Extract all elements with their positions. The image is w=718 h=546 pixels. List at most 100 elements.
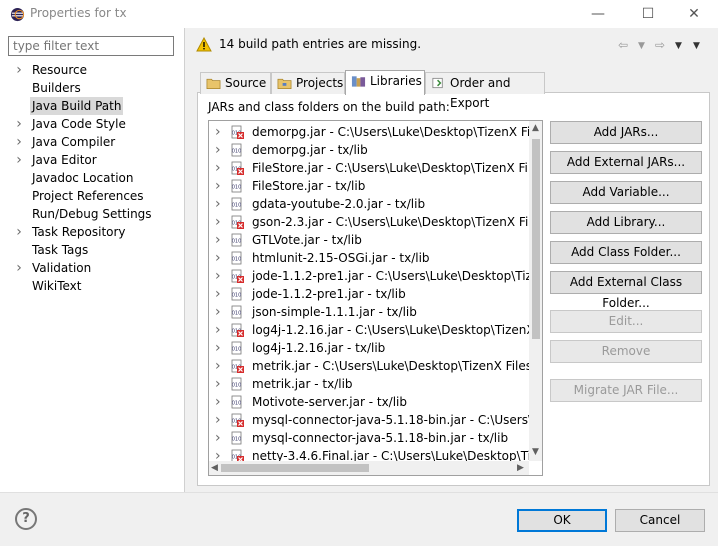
sidebar-item-project-references[interactable]: Project References xyxy=(0,187,184,205)
sidebar-item-run-debug-settings[interactable]: Run/Debug Settings xyxy=(0,205,184,223)
forward-arrow-icon[interactable]: ⇨ xyxy=(655,38,665,52)
sidebar-item-java-editor[interactable]: › Java Editor xyxy=(0,151,184,169)
scroll-up-icon[interactable]: ▲ xyxy=(532,123,539,133)
vertical-scroll-thumb[interactable] xyxy=(532,139,540,339)
library-row[interactable]: › 010 GTLVote.jar - tx/lib xyxy=(209,231,529,249)
library-row[interactable]: › 010 mysql-connector-java-5.1.18-bin.jar … xyxy=(209,429,529,447)
add-external-class-folder-button[interactable]: Add External Class Folder... xyxy=(550,271,702,310)
vertical-scrollbar[interactable]: ▲ ▼ xyxy=(529,121,542,461)
warning-icon xyxy=(196,37,212,52)
expand-arrow-icon[interactable]: › xyxy=(215,213,221,231)
library-row[interactable]: › 010 jode-1.1.2-pre1.jar - tx/lib xyxy=(209,285,529,303)
expand-arrow-icon[interactable]: › xyxy=(215,429,221,447)
tab-libraries[interactable]: Libraries xyxy=(345,70,425,95)
expand-arrow-icon[interactable]: › xyxy=(215,123,221,141)
forward-dropdown-icon[interactable]: ▼ xyxy=(675,41,682,51)
scroll-left-icon[interactable]: ◀ xyxy=(211,463,218,473)
expand-arrow-icon[interactable]: › xyxy=(215,141,221,159)
library-row[interactable]: › 010 Motivote-server.jar - tx/lib xyxy=(209,393,529,411)
expand-arrow-icon[interactable]: › xyxy=(215,321,221,339)
library-row[interactable]: › 010 json-simple-1.1.1.jar - tx/lib xyxy=(209,303,529,321)
library-row[interactable]: › 010 metrik.jar - tx/lib xyxy=(209,375,529,393)
library-row[interactable]: › 010 mysql-connector-java-5.1.18-bin.jar … xyxy=(209,411,529,429)
filter-input[interactable] xyxy=(8,36,174,56)
library-row[interactable]: › 010 demorpg.jar - tx/lib xyxy=(209,141,529,159)
expand-arrow-icon[interactable]: › xyxy=(215,393,221,411)
libraries-list[interactable]: › 010 demorpg.jar - C:\Users\Luke\Desktop\… xyxy=(208,120,543,476)
svg-text:010: 010 xyxy=(232,401,242,407)
back-arrow-icon[interactable]: ⇦ xyxy=(618,38,628,52)
expand-arrow-icon[interactable]: › xyxy=(215,339,221,357)
expand-arrow-icon[interactable]: › xyxy=(215,159,221,177)
sidebar-item-wikitext[interactable]: WikiText xyxy=(0,277,184,295)
expand-arrow-icon[interactable]: › xyxy=(215,249,221,267)
view-menu-icon[interactable]: ▼ xyxy=(693,41,700,51)
sidebar-item-java-code-style[interactable]: › Java Code Style xyxy=(0,115,184,133)
expand-arrow-icon[interactable]: › xyxy=(215,195,221,213)
expand-arrow-icon[interactable]: › xyxy=(215,285,221,303)
migrate-jar-button[interactable]: Migrate JAR File... xyxy=(550,379,702,402)
library-row[interactable]: › 010 gdata-youtube-2.0.jar - tx/lib xyxy=(209,195,529,213)
expand-arrow-icon[interactable]: › xyxy=(14,259,24,277)
expand-arrow-icon[interactable]: › xyxy=(215,231,221,249)
expand-arrow-icon[interactable]: › xyxy=(215,177,221,195)
tab-source[interactable]: Source xyxy=(200,72,271,94)
title-bar: Properties for tx — ☐ ✕ xyxy=(0,0,718,28)
library-row[interactable]: › 010 htmlunit-2.15-OSGi.jar - tx/lib xyxy=(209,249,529,267)
svg-text:010: 010 xyxy=(232,185,242,191)
scroll-right-icon[interactable]: ▶ xyxy=(517,463,524,473)
library-row[interactable]: › 010 jode-1.1.2-pre1.jar - C:\Users\Luke\… xyxy=(209,267,529,285)
jar-icon: 010 xyxy=(231,305,242,319)
expand-arrow-icon[interactable]: › xyxy=(215,357,221,375)
svg-text:010: 010 xyxy=(232,437,242,443)
add-library-button[interactable]: Add Library... xyxy=(550,211,702,234)
add-class-folder-button[interactable]: Add Class Folder... xyxy=(550,241,702,264)
expand-arrow-icon[interactable]: › xyxy=(215,303,221,321)
add-variable-button[interactable]: Add Variable... xyxy=(550,181,702,204)
cancel-button[interactable]: Cancel xyxy=(615,509,705,532)
sidebar-item-task-tags[interactable]: Task Tags xyxy=(0,241,184,259)
library-entry-text: Motivote-server.jar - tx/lib xyxy=(252,395,408,409)
close-icon[interactable]: ✕ xyxy=(684,5,704,23)
library-row[interactable]: › 010 log4j-1.2.16.jar - C:\Users\Luke\Des… xyxy=(209,321,529,339)
add-jars-button[interactable]: Add JARs... xyxy=(550,121,702,144)
sidebar-item-java-build-path[interactable]: Java Build Path xyxy=(0,97,184,115)
sidebar-item-validation[interactable]: › Validation xyxy=(0,259,184,277)
library-row[interactable]: › 010 metrik.jar - C:\Users\Luke\Desktop\T… xyxy=(209,357,529,375)
expand-arrow-icon[interactable]: › xyxy=(14,133,24,151)
minimize-icon[interactable]: — xyxy=(588,5,608,23)
ok-button[interactable]: OK xyxy=(517,509,607,532)
sidebar-item-builders[interactable]: Builders xyxy=(0,79,184,97)
back-dropdown-icon[interactable]: ▼ xyxy=(638,41,645,51)
add-external-jars-button[interactable]: Add External JARs... xyxy=(550,151,702,174)
library-row[interactable]: › 010 FileStore.jar - C:\Users\Luke\Deskto… xyxy=(209,159,529,177)
expand-arrow-icon[interactable]: › xyxy=(215,267,221,285)
horizontal-scrollbar[interactable]: ◀ ▶ xyxy=(209,461,529,475)
maximize-icon[interactable]: ☐ xyxy=(638,5,658,23)
window-title: Properties for tx xyxy=(30,6,127,20)
sidebar-item-label: Validation xyxy=(32,261,92,275)
jar-icon: 010 xyxy=(231,197,242,211)
sidebar-item-javadoc-location[interactable]: Javadoc Location xyxy=(0,169,184,187)
sidebar-item-resource[interactable]: › Resource xyxy=(0,61,184,79)
expand-arrow-icon[interactable]: › xyxy=(14,223,24,241)
help-icon[interactable]: ? xyxy=(15,508,37,530)
library-row[interactable]: › 010 gson-2.3.jar - C:\Users\Luke\Desktop… xyxy=(209,213,529,231)
expand-arrow-icon[interactable]: › xyxy=(215,375,221,393)
horizontal-scroll-thumb[interactable] xyxy=(221,464,369,472)
expand-arrow-icon[interactable]: › xyxy=(14,115,24,133)
expand-arrow-icon[interactable]: › xyxy=(14,61,24,79)
library-row[interactable]: › 010 demorpg.jar - C:\Users\Luke\Desktop\… xyxy=(209,123,529,141)
library-row[interactable]: › 010 FileStore.jar - tx/lib xyxy=(209,177,529,195)
tab-order-export[interactable]: Order and Export xyxy=(425,72,545,110)
remove-button[interactable]: Remove xyxy=(550,340,702,363)
tab-projects[interactable]: Projects xyxy=(271,72,345,94)
expand-arrow-icon[interactable]: › xyxy=(215,411,221,429)
sidebar-item-java-compiler[interactable]: › Java Compiler xyxy=(0,133,184,151)
library-row[interactable]: › 010 log4j-1.2.16.jar - tx/lib xyxy=(209,339,529,357)
sidebar-item-task-repository[interactable]: › Task Repository xyxy=(0,223,184,241)
scroll-down-icon[interactable]: ▼ xyxy=(532,447,539,457)
edit-button[interactable]: Edit... xyxy=(550,310,702,333)
libraries-icon xyxy=(351,76,366,87)
expand-arrow-icon[interactable]: › xyxy=(14,151,24,169)
